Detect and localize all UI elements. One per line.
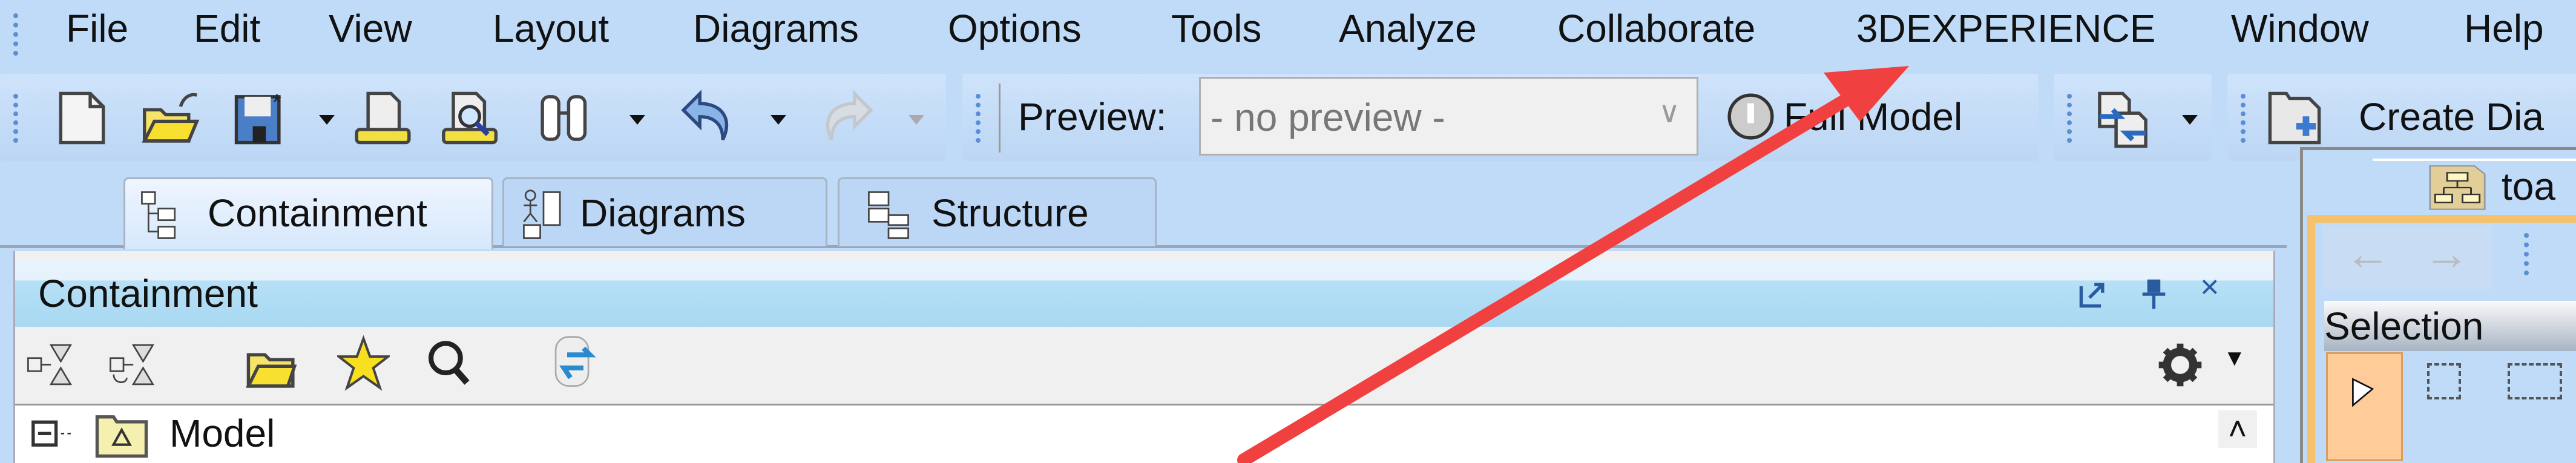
annotation-arrow bbox=[1237, 66, 1909, 463]
annotation-arrow-shaft bbox=[1237, 92, 1855, 463]
annotation-arrow-head bbox=[1824, 66, 1909, 122]
app-window: File Edit View Layout Diagrams Options T… bbox=[0, 0, 2576, 463]
